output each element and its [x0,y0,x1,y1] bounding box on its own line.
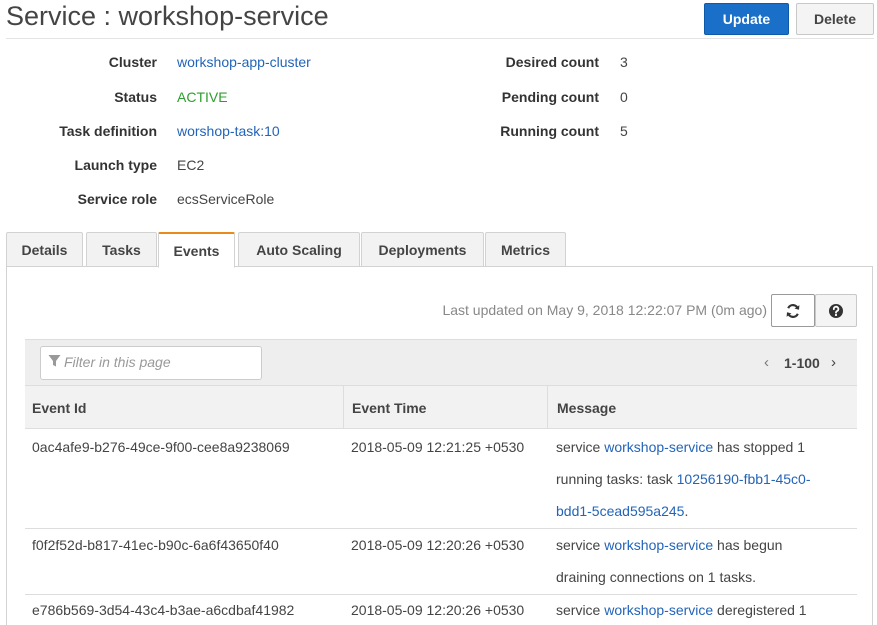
service-link[interactable]: workshop-service [604,537,713,553]
refresh-button[interactable] [771,294,815,327]
column-header-message[interactable]: Message [557,400,616,416]
service-role-label: Service role [77,191,157,207]
launch-type-value: EC2 [177,157,205,173]
event-message-cell: service workshop-service has stopped 1 r… [556,431,856,527]
pager-prev-button[interactable]: ‹ [764,354,769,371]
task-link[interactable]: 10256190-fbb1-45c0- [677,471,811,487]
message-text: service [556,537,605,553]
status-value: ACTIVE [177,89,228,105]
task-link[interactable]: bdd1-5cead595a245 [556,503,684,519]
cluster-link[interactable]: workshop-app-cluster [177,54,311,70]
help-button[interactable] [815,294,857,327]
help-icon [829,303,843,318]
running-count-value: 5 [620,123,628,139]
message-text: deregistered 1 [713,602,807,618]
tab-events[interactable]: Events [158,232,235,268]
tab-deployments[interactable]: Deployments [361,232,484,267]
events-table-header [25,385,857,429]
event-time-cell: 2018-05-09 12:20:26 +0530 [351,537,525,553]
message-text: . [684,503,689,519]
pager-range: 1-100 [784,355,820,371]
launch-type-label: Launch type [74,157,157,173]
service-link[interactable]: workshop-service [604,602,713,618]
tab-details[interactable]: Details [6,232,83,267]
column-header-event-id[interactable]: Event Id [32,400,86,416]
service-role-value: ecsServiceRole [177,191,275,207]
event-id-cell: f0f2f52d-b817-41ec-b90c-6a6f43650f40 [32,537,279,553]
delete-button[interactable]: Delete [796,3,874,35]
pager-next-button[interactable]: › [831,354,836,371]
event-id-cell: e786b569-3d54-43c4-b3ae-a6cdbaf41982 [32,602,295,618]
desired-count-label: Desired count [505,54,599,70]
refresh-icon [786,303,800,318]
running-count-label: Running count [500,123,599,139]
event-message-cell: service workshop-service has begun drain… [556,529,856,593]
filter-placeholder: Filter in this page [64,354,171,370]
event-time-cell: 2018-05-09 12:20:26 +0530 [351,602,525,618]
task-definition-link[interactable]: worshop-task:10 [177,123,280,139]
message-text: service [556,439,605,455]
title-divider [6,38,874,39]
column-divider [343,386,344,428]
pending-count-label: Pending count [501,89,599,105]
last-updated-text: Last updated on May 9, 2018 12:22:07 PM … [442,302,767,318]
update-button[interactable]: Update [704,3,789,35]
service-link[interactable]: workshop-service [604,439,713,455]
message-text: service [556,602,605,618]
message-text: has begun [713,537,783,553]
event-id-cell: 0ac4afe9-b276-49ce-9f00-cee8a9238069 [32,439,290,455]
tab-auto-scaling[interactable]: Auto Scaling [238,232,360,267]
desired-count-value: 3 [620,54,628,70]
message-text: running tasks: task [556,471,677,487]
tab-metrics[interactable]: Metrics [485,232,566,267]
column-divider [547,386,548,428]
message-text: has stopped 1 [713,439,806,455]
column-header-event-time[interactable]: Event Time [352,400,426,416]
tab-tasks[interactable]: Tasks [86,232,157,267]
message-text: draining connections on 1 tasks. [556,569,757,585]
cluster-label: Cluster [108,54,157,70]
event-time-cell: 2018-05-09 12:21:25 +0530 [351,439,525,455]
page-title: Service : workshop-service [6,1,329,31]
funnel-icon [48,355,61,367]
pending-count-value: 0 [620,89,628,105]
task-definition-label: Task definition [59,123,157,139]
status-label: Status [114,89,157,105]
event-message-cell: service workshop-service deregistered 1 [556,594,856,625]
